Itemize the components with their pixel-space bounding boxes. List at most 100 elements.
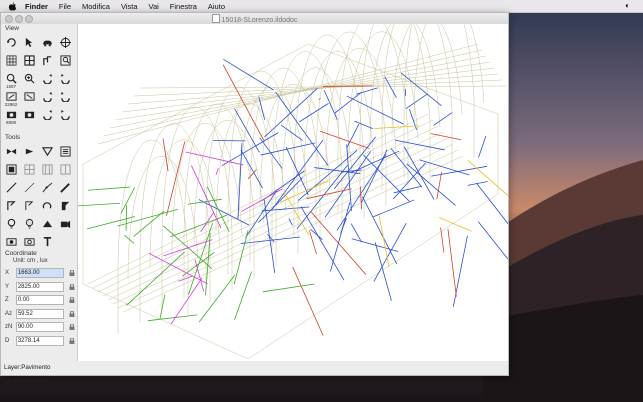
document-window: 15018-SLorenzo.ildodoc View 1597 22962 8…	[0, 12, 509, 385]
coord-field-x[interactable]: 1663.00	[15, 268, 65, 278]
pan-down-tool[interactable]	[57, 88, 73, 104]
orbit-icon	[42, 91, 52, 102]
light-alt-tool[interactable]	[21, 215, 37, 231]
blue-luminaire-beam	[452, 235, 468, 307]
place-column-tool[interactable]	[57, 161, 73, 177]
corner-tool[interactable]	[3, 197, 19, 213]
rotate-object-tool[interactable]	[21, 143, 37, 159]
coordinate-section-label: Coordinate	[5, 250, 37, 257]
render-photo-tool[interactable]	[21, 233, 37, 249]
lock-icon[interactable]	[69, 284, 75, 290]
3d-viewport[interactable]	[77, 24, 508, 361]
status-menu-icon[interactable]: ◐	[625, 1, 630, 10]
frame-view-tool[interactable]	[21, 88, 37, 104]
outline-edge	[82, 114, 499, 360]
blue-luminaire-beam	[310, 228, 323, 241]
place-row-tool[interactable]	[39, 161, 55, 177]
apple-icon[interactable]	[8, 2, 17, 11]
green-luminaire-beam	[78, 202, 121, 207]
select-tool[interactable]	[21, 34, 37, 50]
current-library-label[interactable]: Lib:AURA.ildolib	[4, 378, 49, 385]
tilt-up-tool[interactable]	[39, 106, 55, 122]
camera-tool[interactable]: 8808	[3, 106, 19, 125]
thin-line-tool[interactable]	[21, 179, 37, 195]
blue-luminaire-beam	[263, 199, 276, 274]
walk-tool[interactable]	[39, 34, 55, 50]
render-camera-tool[interactable]	[21, 106, 37, 122]
pen-tool[interactable]	[57, 179, 73, 195]
lock-icon[interactable]	[69, 338, 75, 344]
menu-aiuto[interactable]: Aiuto	[208, 2, 225, 11]
tools-section-label: Tools	[5, 134, 21, 141]
fit-view-tool[interactable]: 22962	[3, 88, 19, 107]
menu-modifica[interactable]: Modifica	[82, 2, 110, 11]
array-tool[interactable]	[57, 143, 73, 159]
rotate-object-icon	[25, 148, 33, 154]
blue-luminaire-beam	[433, 112, 453, 126]
line-tool[interactable]	[3, 179, 19, 195]
blue-luminaire-beam	[334, 92, 362, 114]
light-direction-tool[interactable]	[57, 215, 73, 231]
align-tool[interactable]	[39, 143, 55, 159]
menu-finestra[interactable]: Finestra	[170, 2, 197, 11]
menu-finder[interactable]: Finder	[25, 2, 48, 11]
red-luminaire-beam	[447, 229, 457, 297]
mirror-tool[interactable]	[3, 143, 19, 159]
fill-shape-tool[interactable]	[57, 197, 73, 213]
orbit-icon	[60, 91, 70, 102]
tilt-down-tool[interactable]	[57, 106, 73, 122]
coord-field-y[interactable]: 2825.00	[15, 282, 65, 292]
green-luminaire-beam	[87, 186, 131, 191]
light-point-tool[interactable]	[3, 215, 19, 231]
rotate-view-tool[interactable]	[3, 34, 19, 50]
blue-luminaire-beam	[237, 143, 243, 220]
units-label: Unit: cm , lux	[13, 258, 48, 264]
orbit-right-tool[interactable]	[57, 70, 73, 86]
plan-icon	[42, 55, 51, 65]
current-layer-label[interactable]: Layer:Pavimento	[4, 364, 50, 371]
render-tool[interactable]	[3, 233, 19, 249]
snap-grid-tool[interactable]	[21, 52, 37, 68]
zoom-in-tool[interactable]	[21, 70, 37, 86]
place-grid-tool[interactable]	[21, 161, 37, 177]
coord-field-z[interactable]: 0.00	[15, 295, 65, 305]
polyline-tool[interactable]	[39, 179, 55, 195]
coord-label-d: D	[5, 338, 10, 344]
coord-row-x: X 1663.00	[5, 268, 75, 278]
zoom-out-tool[interactable]: 1597	[3, 70, 19, 89]
green-luminaire-beam	[234, 271, 252, 321]
grid-tool[interactable]	[3, 52, 19, 68]
lock-icon[interactable]	[69, 324, 75, 330]
lock-icon[interactable]	[69, 311, 75, 317]
fit-icon	[5, 91, 17, 101]
blue-luminaire-beam	[259, 137, 283, 169]
place-luminaire-tool[interactable]	[3, 161, 19, 177]
orbit-icon	[42, 109, 52, 120]
light-aim-tool[interactable]	[39, 215, 55, 231]
line-icon	[6, 182, 16, 192]
camera-icon	[6, 111, 16, 118]
pan-up-tool[interactable]	[39, 88, 55, 104]
zoom-region-tool[interactable]	[57, 52, 73, 68]
coord-field-az[interactable]: 59.52	[15, 309, 65, 319]
orbit-icon	[60, 109, 70, 120]
menu-vista[interactable]: Vista	[121, 2, 138, 11]
corner-alt-tool[interactable]	[21, 197, 37, 213]
lock-icon[interactable]	[69, 297, 75, 303]
menu-vai[interactable]: Vai	[149, 2, 159, 11]
lock-icon[interactable]	[69, 270, 75, 276]
coord-label-az: Az	[5, 311, 13, 317]
coord-field-zn[interactable]: 90.00	[15, 322, 65, 332]
filled-shape-icon	[61, 201, 69, 210]
target-tool[interactable]	[57, 34, 73, 50]
text-tool[interactable]	[39, 233, 55, 249]
coord-field-d[interactable]: 3278.14	[15, 336, 65, 346]
green-luminaire-beam	[147, 314, 198, 322]
plan-tool[interactable]	[39, 52, 55, 68]
coord-label-y: Y	[5, 284, 10, 290]
menu-file[interactable]: File	[59, 2, 71, 11]
arc-tool[interactable]	[39, 197, 55, 213]
counter-8808: 8808	[5, 120, 16, 125]
orbit-left-tool[interactable]	[39, 70, 55, 86]
church-wireframe-model[interactable]	[78, 24, 508, 361]
